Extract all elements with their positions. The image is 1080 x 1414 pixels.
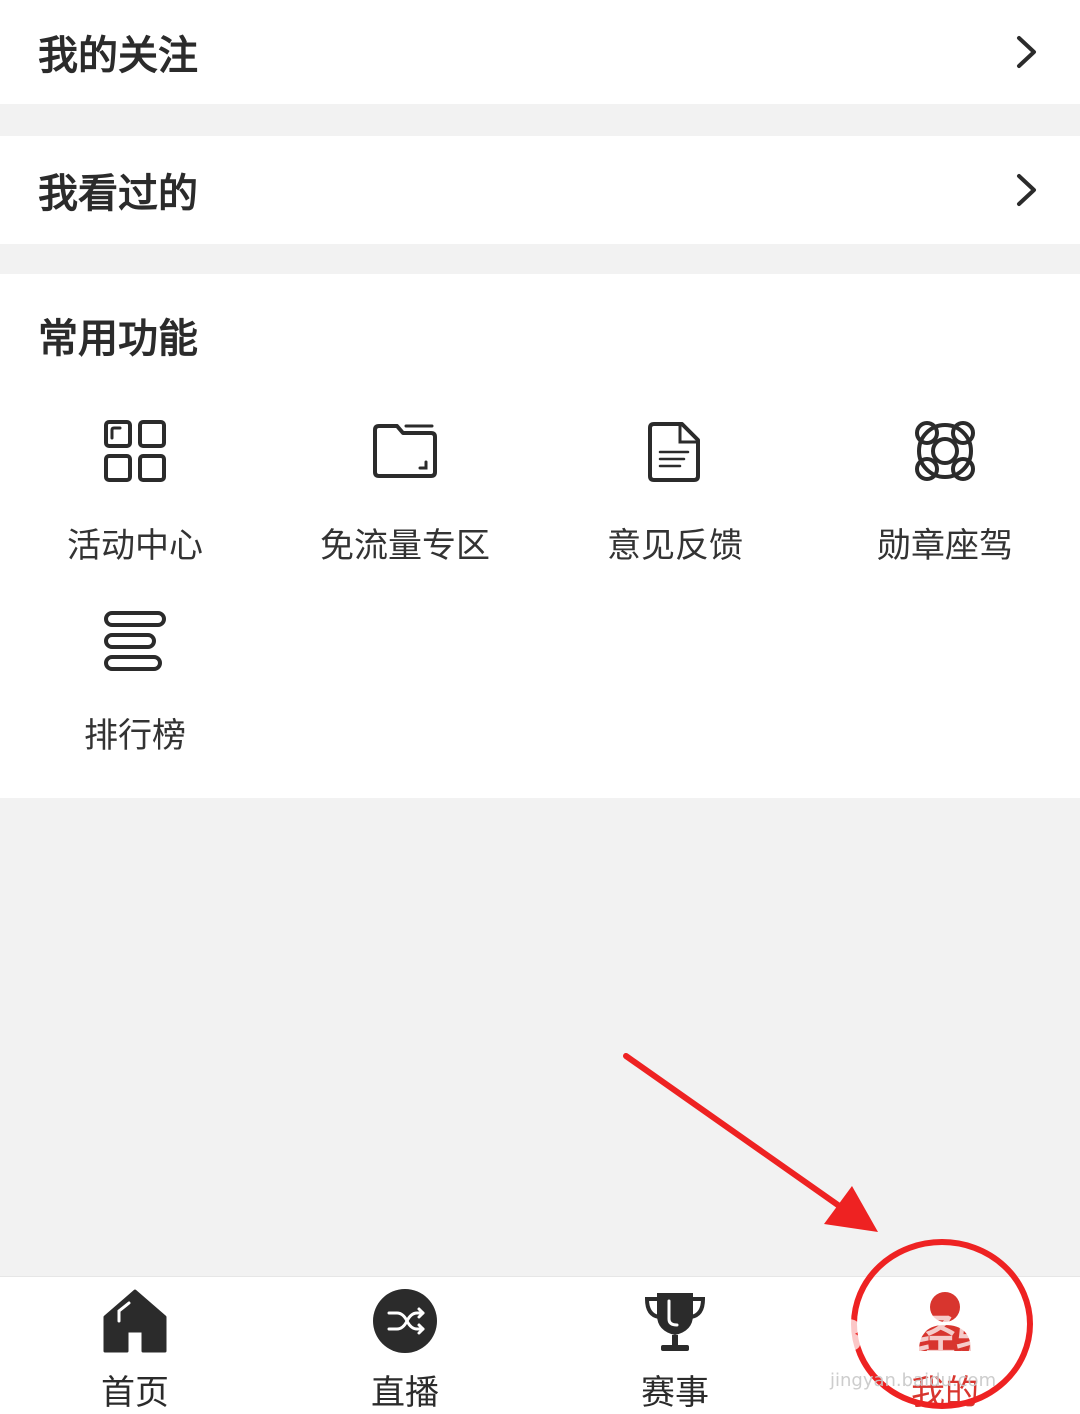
watermark-brand: Bai经验 <box>830 1311 1002 1362</box>
profile-page: 我的关注 我看过的 常用功能 活动中心 免流量专区 意见反馈 勋章座驾 排行榜 … <box>0 0 1080 1414</box>
lifebuoy-icon <box>915 421 975 481</box>
func-leaderboard[interactable]: 排行榜 <box>0 606 270 757</box>
watermark-url: jingyan.baidu.com <box>830 1370 997 1391</box>
red-arrow-annotation <box>623 1053 878 1232</box>
tab-live[interactable]: 直播 <box>270 1277 540 1414</box>
common-functions-panel: 常用功能 活动中心 免流量专区 意见反馈 勋章座驾 排行榜 <box>0 274 1080 798</box>
document-icon <box>648 422 700 482</box>
watch-history-title: 我看过的 <box>38 171 198 217</box>
watch-history-row[interactable]: 我看过的 <box>0 136 1080 244</box>
my-follows-title: 我的关注 <box>38 33 198 79</box>
func-activity-center-label: 活动中心 <box>67 526 203 566</box>
func-free-data-zone-label: 免流量专区 <box>320 526 490 566</box>
func-leaderboard-label: 排行榜 <box>84 716 186 756</box>
chevron-right-icon <box>1017 36 1036 68</box>
grid-icon <box>104 420 166 482</box>
tab-events-label: 赛事 <box>641 1373 709 1413</box>
trophy-icon <box>644 1293 706 1351</box>
func-feedback[interactable]: 意见反馈 <box>540 416 810 567</box>
func-medals-vehicles[interactable]: 勋章座驾 <box>810 416 1080 567</box>
chevron-right-icon <box>1017 174 1036 206</box>
tab-home[interactable]: 首页 <box>0 1277 270 1414</box>
folder-icon <box>373 424 437 478</box>
tab-home-label: 首页 <box>101 1373 169 1413</box>
func-medals-vehicles-label: 勋章座驾 <box>877 526 1013 566</box>
func-free-data-zone[interactable]: 免流量专区 <box>270 416 540 567</box>
tab-events[interactable]: 赛事 <box>540 1277 810 1414</box>
common-functions-title: 常用功能 <box>38 316 198 362</box>
func-feedback-label: 意见反馈 <box>607 526 743 566</box>
func-activity-center[interactable]: 活动中心 <box>0 416 270 567</box>
tab-live-label: 直播 <box>371 1373 439 1413</box>
my-follows-row[interactable]: 我的关注 <box>0 0 1080 104</box>
ranking-icon <box>104 611 166 671</box>
shuffle-icon <box>373 1289 437 1353</box>
home-icon <box>103 1289 167 1353</box>
